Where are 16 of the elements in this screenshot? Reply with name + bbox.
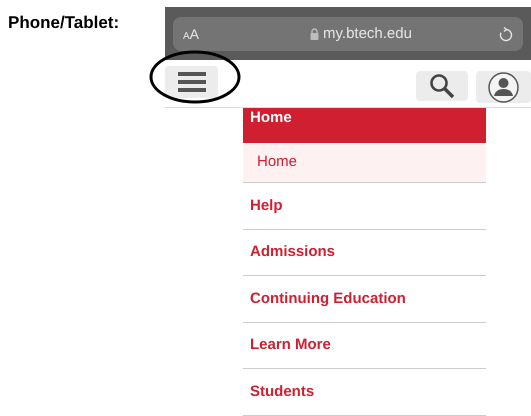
text-size-button[interactable]: AA bbox=[183, 24, 223, 44]
lock-icon bbox=[310, 28, 320, 40]
menu-item[interactable]: Learn More bbox=[243, 322, 486, 369]
user-icon bbox=[488, 72, 519, 102]
search-button[interactable] bbox=[416, 71, 468, 101]
menu-item[interactable]: Admissions bbox=[243, 230, 486, 276]
url-text: my.btech.edu bbox=[323, 24, 412, 44]
search-icon bbox=[429, 73, 455, 99]
menu-header-title: Home bbox=[250, 108, 292, 128]
caption: Phone/Tablet: bbox=[8, 13, 120, 32]
reload-icon[interactable] bbox=[499, 26, 513, 42]
menu-button[interactable] bbox=[165, 66, 218, 98]
menu-item[interactable]: Home bbox=[243, 143, 486, 183]
profile-button[interactable] bbox=[476, 71, 531, 103]
menu-icon bbox=[178, 71, 206, 93]
url-field[interactable]: AA my.btech.edu bbox=[173, 17, 523, 51]
